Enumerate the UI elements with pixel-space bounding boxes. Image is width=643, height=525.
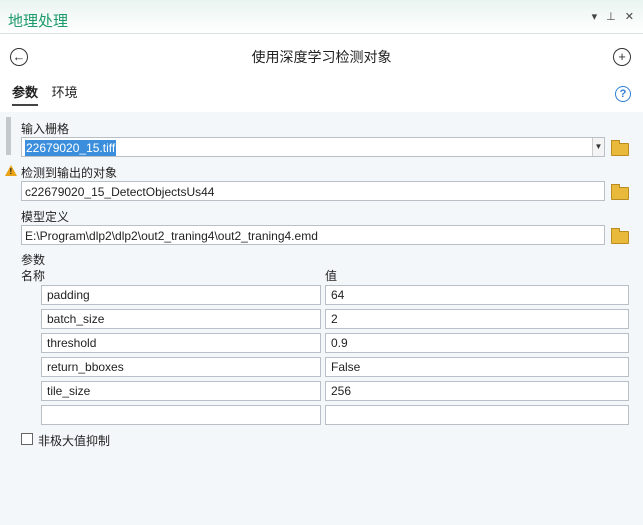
input-raster-label: 输入栅格 — [21, 122, 70, 136]
pane-controls[interactable]: ▾ ⊥ ✕ — [592, 10, 637, 23]
add-icon[interactable]: + — [613, 48, 631, 66]
nms-label: 非极大值抑制 — [38, 434, 111, 448]
output-objects-input[interactable]: c22679020_15_DetectObjectsUs44 — [21, 181, 605, 201]
argument-name-cell[interactable] — [41, 405, 321, 425]
input-raster-dropdown[interactable]: 22679020_15.tiff ▼ — [21, 137, 605, 157]
tab-environments[interactable]: 环境 — [52, 82, 78, 104]
argument-name-cell: batch_size — [41, 309, 321, 329]
argument-value-cell[interactable]: False — [325, 357, 629, 377]
tool-title: 使用深度学习检测对象 — [251, 49, 392, 65]
pane-title: 地理处理 — [8, 13, 69, 30]
arguments-value-header: 值 — [325, 269, 338, 283]
folder-icon[interactable] — [611, 228, 629, 244]
arguments-label: 参数 — [21, 253, 46, 267]
tab-parameters[interactable]: 参数 — [12, 82, 39, 106]
argument-name-cell: padding — [41, 285, 321, 305]
help-icon[interactable]: ? — [615, 86, 631, 102]
argument-name-cell: threshold — [41, 333, 321, 353]
argument-value-cell[interactable]: 64 — [325, 285, 629, 305]
argument-value-cell[interactable] — [325, 405, 629, 425]
output-objects-label: 检测到输出的对象 — [21, 166, 118, 180]
argument-value-cell[interactable]: 0.9 — [325, 333, 629, 353]
active-parameter-marker — [6, 117, 11, 155]
argument-value-cell[interactable]: 256 — [325, 381, 629, 401]
argument-name-cell: tile_size — [41, 381, 321, 401]
tool-header: ← 使用深度学习检测对象 + — [0, 33, 643, 81]
model-definition-input[interactable]: E:\Program\dlp2\dlp2\out2_traning4\out2_… — [21, 225, 605, 245]
pane-titlebar: 地理处理 ▾ ⊥ ✕ — [0, 0, 643, 34]
folder-icon[interactable] — [611, 184, 629, 200]
model-definition-label: 模型定义 — [21, 210, 70, 224]
nms-checkbox[interactable] — [21, 433, 33, 445]
folder-icon[interactable] — [611, 140, 629, 156]
input-raster-value: 22679020_15.tiff — [25, 140, 117, 156]
chevron-down-icon[interactable]: ▼ — [592, 138, 604, 156]
warning-icon: ! — [5, 165, 17, 176]
argument-name-cell: return_bboxes — [41, 357, 321, 377]
arguments-name-header: 名称 — [21, 269, 46, 283]
tab-bar: 参数 环境 — [12, 82, 88, 106]
argument-value-cell[interactable]: 2 — [325, 309, 629, 329]
